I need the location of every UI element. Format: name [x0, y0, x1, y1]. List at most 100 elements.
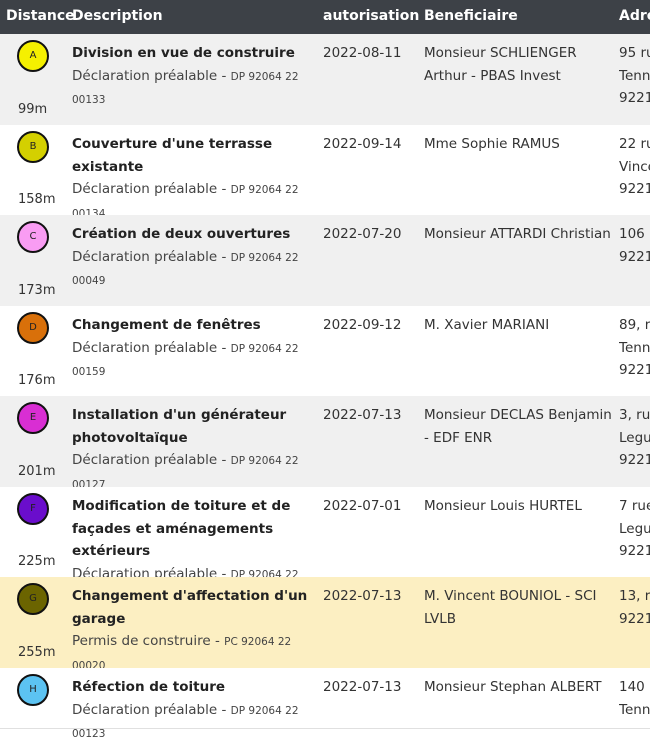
- description-cell: Changement d'affectation d'un garage Per…: [72, 585, 317, 677]
- permit-kind: Déclaration préalable: [72, 452, 218, 468]
- header-adresse[interactable]: Adre: [619, 8, 650, 24]
- address-line: 9221(: [619, 248, 650, 265]
- map-marker-badge[interactable]: D: [17, 312, 49, 344]
- address-line: 95 ru: [619, 45, 650, 61]
- description-cell: Changement de fenêtres Déclaration préal…: [72, 314, 317, 384]
- map-marker-badge[interactable]: A: [17, 40, 49, 72]
- header-description[interactable]: Description: [72, 8, 163, 24]
- permit-title[interactable]: Changement d'affectation d'un garage: [72, 585, 317, 630]
- distance-value: 176m: [18, 373, 56, 388]
- address-line: 13, ru: [619, 588, 650, 604]
- header-distance[interactable]: Distance: [6, 8, 75, 24]
- kind-separator: -: [217, 248, 231, 265]
- authorisation-date: 2022-09-12: [323, 317, 402, 333]
- table-row[interactable]: B 158m Couverture d'une terrasse existan…: [0, 125, 650, 220]
- address-line: 140 r: [619, 679, 650, 695]
- address-cell: 140 r Tenn: [619, 676, 650, 721]
- beneficiary-name: Monsieur Louis HURTEL: [424, 498, 582, 514]
- address-cell: 13, ru 9221(: [619, 585, 650, 630]
- map-marker-badge[interactable]: E: [17, 402, 49, 434]
- permit-kind: Déclaration préalable: [72, 701, 218, 718]
- table-row[interactable]: H Réfection de toiture Déclaration préal…: [0, 668, 650, 740]
- beneficiary-name: M. Vincent BOUNIOL - SCI LVLB: [424, 588, 597, 627]
- table-row[interactable]: E 201m Installation d'un générateur phot…: [0, 396, 650, 491]
- authorisation-date: 2022-07-13: [323, 407, 402, 423]
- table-row[interactable]: G 255m Changement d'affectation d'un gar…: [0, 577, 650, 672]
- kind-separator: -: [217, 67, 231, 84]
- distance-value: 158m: [18, 192, 56, 207]
- address-line: 9221(: [619, 362, 650, 378]
- permit-title[interactable]: Création de deux ouvertures: [72, 223, 317, 246]
- address-cell: 106 r 9221(: [619, 223, 650, 268]
- address-line: Legu: [619, 520, 650, 537]
- address-line: 3, rue: [619, 407, 650, 423]
- address-line: 89, ru: [619, 317, 650, 333]
- permit-kind: Permis de construire: [72, 633, 211, 649]
- permit-title[interactable]: Changement de fenêtres: [72, 314, 317, 337]
- beneficiary-name: Mme Sophie RAMUS: [424, 136, 560, 152]
- address-line: 106 r: [619, 226, 650, 242]
- address-line: Legu: [619, 429, 650, 446]
- distance-value: 255m: [18, 645, 56, 660]
- header-autorisation[interactable]: autorisation: [323, 8, 419, 24]
- header-beneficiaire[interactable]: Beneficiaire: [424, 8, 518, 24]
- description-cell: Couverture d'une terrasse existante Décl…: [72, 133, 317, 225]
- address-line: 7 rue: [619, 498, 650, 514]
- map-marker-badge[interactable]: F: [17, 493, 49, 525]
- kind-separator: -: [217, 339, 231, 356]
- address-line: 9221(: [619, 90, 650, 106]
- permit-title[interactable]: Modification de toiture et de façades et…: [72, 495, 317, 563]
- address-cell: 89, ru Tenn 9221(: [619, 314, 650, 382]
- distance-value: 99m: [18, 102, 48, 117]
- permit-kind: Déclaration préalable: [72, 181, 218, 197]
- map-marker-badge[interactable]: H: [17, 674, 49, 706]
- table-header: Distance Description autorisation Benefi…: [0, 0, 650, 34]
- map-marker-badge[interactable]: C: [17, 221, 49, 253]
- kind-separator: -: [217, 452, 231, 468]
- table-row[interactable]: A 99m Division en vue de construire Décl…: [0, 34, 650, 126]
- table-row[interactable]: D 176m Changement de fenêtres Déclaratio…: [0, 306, 650, 397]
- beneficiary-name: Monsieur SCHLIENGER Arthur - PBAS Invest: [424, 45, 577, 84]
- permit-kind: Déclaration préalable: [72, 248, 218, 265]
- address-line: 9221(: [619, 181, 650, 197]
- permit-title[interactable]: Division en vue de construire: [72, 42, 317, 65]
- map-marker-badge[interactable]: G: [17, 583, 49, 615]
- kind-separator: -: [210, 633, 225, 649]
- address-line: Tenn: [619, 67, 650, 84]
- address-line: 9221(: [619, 610, 650, 627]
- address-line: 22 ru: [619, 136, 650, 152]
- description-cell: Réfection de toiture Déclaration préalab…: [72, 676, 317, 746]
- kind-separator: -: [217, 701, 231, 718]
- address-line: 9221(: [619, 452, 650, 468]
- permit-kind: Déclaration préalable: [72, 339, 218, 356]
- beneficiary-name: Monsieur DECLAS Benjamin - EDF ENR: [424, 407, 612, 446]
- description-cell: Création de deux ouvertures Déclaration …: [72, 223, 317, 293]
- distance-value: 173m: [18, 283, 56, 298]
- permit-title[interactable]: Réfection de toiture: [72, 676, 317, 699]
- distance-value: 201m: [18, 464, 56, 479]
- distance-value: 225m: [18, 554, 56, 569]
- beneficiary-name: M. Xavier MARIANI: [424, 317, 550, 333]
- beneficiary-name: Monsieur Stephan ALBERT: [424, 679, 602, 695]
- address-cell: 95 ru Tenn 9221(: [619, 42, 650, 110]
- address-line: Tenn: [619, 701, 650, 718]
- beneficiary-name: Monsieur ATTARDI Christian: [424, 226, 611, 242]
- authorisation-date: 2022-08-11: [323, 45, 402, 61]
- address-cell: 3, rue Legu 9221(: [619, 404, 650, 472]
- kind-separator: -: [217, 181, 231, 197]
- permit-title[interactable]: Installation d'un générateur photovoltaï…: [72, 404, 317, 449]
- table-row[interactable]: C 173m Création de deux ouvertures Décla…: [0, 215, 650, 307]
- authorisation-date: 2022-09-14: [323, 136, 402, 152]
- authorisation-date: 2022-07-01: [323, 498, 402, 514]
- address-cell: 22 ru Vince 9221(: [619, 133, 650, 201]
- address-line: 9221(: [619, 543, 650, 559]
- authorisation-date: 2022-07-20: [323, 226, 402, 242]
- permit-title[interactable]: Couverture d'une terrasse existante: [72, 133, 317, 178]
- authorisation-date: 2022-07-13: [323, 588, 402, 604]
- address-cell: 7 rue Legu 9221(: [619, 495, 650, 563]
- map-marker-badge[interactable]: B: [17, 131, 49, 163]
- description-cell: Installation d'un générateur photovoltaï…: [72, 404, 317, 496]
- address-line: Tenn: [619, 339, 650, 356]
- authorisation-date: 2022-07-13: [323, 679, 402, 695]
- table-row[interactable]: F 225m Modification de toiture et de faç…: [0, 487, 650, 604]
